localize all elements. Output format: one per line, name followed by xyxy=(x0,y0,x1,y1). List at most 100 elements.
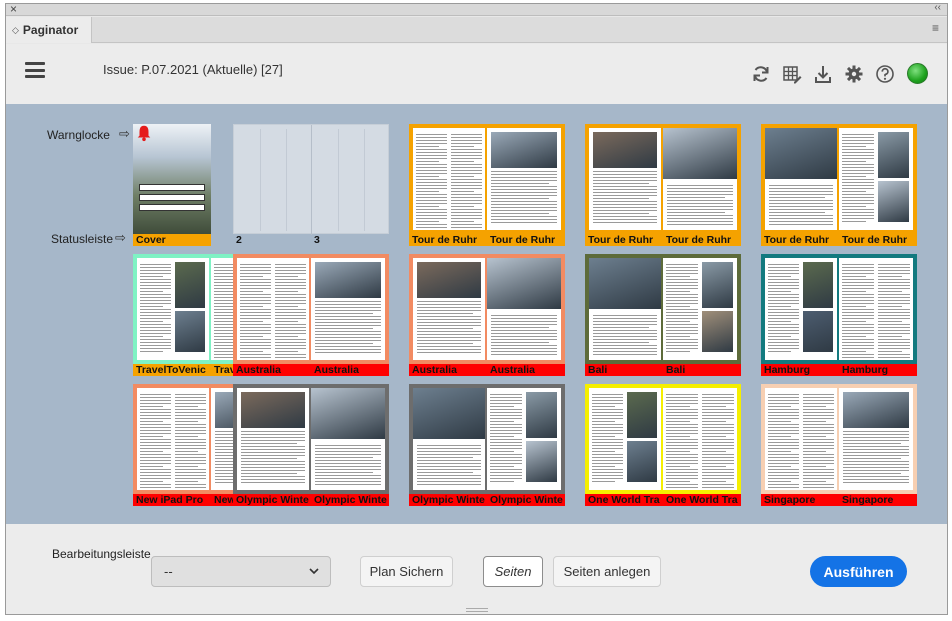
text-line xyxy=(803,445,834,446)
grid-edit-icon[interactable] xyxy=(782,64,802,84)
page-photo xyxy=(417,262,481,298)
text-line xyxy=(842,218,874,219)
text-line xyxy=(666,315,698,316)
text-line xyxy=(843,448,909,450)
page-spread[interactable]: Singapore Singapore xyxy=(761,384,917,506)
text-line xyxy=(768,457,799,458)
text-line xyxy=(140,421,163,422)
text-line xyxy=(240,327,271,328)
page-spread[interactable]: Tour de Ruhr Tour de Ruhr xyxy=(761,124,917,246)
text-line xyxy=(241,451,305,453)
left-page-thumbnail[interactable] xyxy=(413,128,485,230)
close-icon[interactable]: × xyxy=(10,2,17,16)
text-line xyxy=(842,285,874,286)
text-line xyxy=(241,433,305,435)
page-spread[interactable]: Hamburg Hamburg xyxy=(761,254,917,376)
text-line xyxy=(878,291,902,292)
text-line xyxy=(667,185,733,187)
right-page-thumbnail[interactable] xyxy=(663,128,737,230)
page-photo xyxy=(311,388,385,439)
text-line xyxy=(768,279,799,280)
tab-paginator[interactable]: ◇ Paginator xyxy=(6,17,92,43)
right-page-thumbnail[interactable] xyxy=(487,258,561,360)
text-line xyxy=(490,460,522,461)
seiten-button[interactable]: Seiten xyxy=(483,556,543,587)
panel-menu-icon[interactable]: ≡ xyxy=(932,22,939,34)
right-page-thumbnail[interactable] xyxy=(487,128,561,230)
help-icon[interactable] xyxy=(875,64,895,84)
text-line xyxy=(842,194,874,195)
right-page-thumbnail[interactable] xyxy=(663,388,737,490)
page-spread[interactable]: Tour de Ruhr Tour de Ruhr xyxy=(409,124,565,246)
text-line xyxy=(843,463,909,465)
text-line xyxy=(593,321,657,323)
right-page-status-bar: One World Tra xyxy=(663,494,741,506)
page-spread[interactable]: One World Tra One World Tra xyxy=(585,384,741,506)
left-page-thumbnail[interactable] xyxy=(137,388,209,490)
page-spread[interactable]: 23 xyxy=(233,124,389,246)
right-page-thumbnail[interactable] xyxy=(839,258,913,360)
right-page-thumbnail[interactable] xyxy=(311,388,385,490)
left-page-thumbnail[interactable] xyxy=(765,128,837,230)
text-line xyxy=(490,400,522,401)
left-page-thumbnail[interactable] xyxy=(413,388,485,490)
left-page-thumbnail[interactable] xyxy=(237,388,309,490)
text-line xyxy=(417,460,481,462)
page-spread[interactable]: Bali Bali xyxy=(585,254,741,376)
left-page-thumbnail[interactable] xyxy=(765,258,837,360)
right-page-thumbnail[interactable] xyxy=(663,258,737,360)
text-line xyxy=(666,436,690,437)
download-icon[interactable] xyxy=(813,64,833,84)
left-page-thumbnail[interactable] xyxy=(589,128,661,230)
collapse-icon[interactable]: ‹‹ xyxy=(934,2,941,13)
left-page-thumbnail[interactable] xyxy=(237,258,309,360)
text-line xyxy=(315,300,381,302)
page-photo xyxy=(627,441,657,482)
right-page-thumbnail[interactable] xyxy=(487,388,561,490)
text-line xyxy=(140,348,171,349)
text-line xyxy=(315,466,381,468)
left-page-thumbnail[interactable] xyxy=(589,388,661,490)
text-line xyxy=(842,155,874,156)
empty-page-placeholder[interactable] xyxy=(233,124,389,235)
hamburger-menu-icon[interactable] xyxy=(25,62,45,78)
right-page-thumbnail[interactable] xyxy=(311,258,385,360)
text-line xyxy=(241,436,305,438)
create-pages-button[interactable]: Seiten anlegen xyxy=(553,556,661,587)
warning-bell-icon[interactable] xyxy=(135,124,153,142)
refresh-icon[interactable] xyxy=(751,64,771,84)
page-spread[interactable]: Australia Australia xyxy=(409,254,565,376)
text-line xyxy=(490,478,522,479)
text-line xyxy=(175,481,198,482)
text-line xyxy=(417,339,481,341)
save-plan-button[interactable]: Plan Sichern xyxy=(360,556,453,587)
page-spread[interactable]: Olympic Winte Olympic Winte xyxy=(409,384,565,506)
text-line xyxy=(702,415,734,416)
text-line xyxy=(666,336,690,337)
page-spread[interactable]: Australia Australia xyxy=(233,254,389,376)
text-line xyxy=(666,478,698,479)
left-page-thumbnail[interactable] xyxy=(413,258,485,360)
text-line xyxy=(491,176,557,178)
text-line xyxy=(768,460,799,461)
page-spread[interactable]: Olympic Winte Olympic Winte xyxy=(233,384,389,506)
left-page-thumbnail[interactable] xyxy=(137,258,209,360)
gear-icon[interactable] xyxy=(844,64,864,84)
text-line xyxy=(140,312,171,313)
run-button[interactable]: Ausführen xyxy=(810,556,907,587)
text-line xyxy=(140,300,171,301)
edit-action-select[interactable]: -- xyxy=(151,556,331,587)
left-page-thumbnail[interactable] xyxy=(589,258,661,360)
right-page-thumbnail[interactable] xyxy=(839,388,913,490)
text-line xyxy=(768,276,791,277)
text-line xyxy=(175,472,206,473)
text-line xyxy=(275,300,306,301)
page-spread[interactable]: Tour de Ruhr Tour de Ruhr xyxy=(585,124,741,246)
resize-grip[interactable] xyxy=(466,608,488,612)
text-line xyxy=(175,418,206,419)
text-line xyxy=(768,427,799,428)
right-page-thumbnail[interactable] xyxy=(839,128,913,230)
left-page-thumbnail[interactable] xyxy=(765,388,837,490)
text-line xyxy=(175,409,206,410)
text-line xyxy=(592,424,623,425)
